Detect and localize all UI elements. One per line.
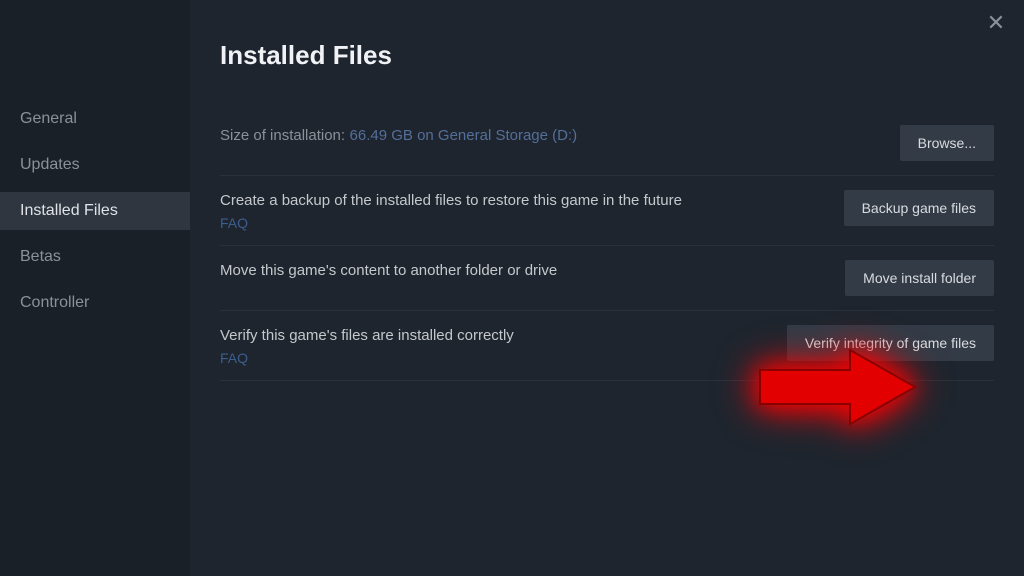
row-verify-text: Verify this game's files are installed c… bbox=[220, 325, 787, 366]
sidebar-item-betas[interactable]: Betas bbox=[0, 238, 190, 276]
sidebar-item-general[interactable]: General bbox=[0, 100, 190, 138]
sidebar-item-controller[interactable]: Controller bbox=[0, 284, 190, 322]
verify-integrity-button[interactable]: Verify integrity of game files bbox=[787, 325, 994, 361]
row-backup: Create a backup of the installed files t… bbox=[220, 176, 994, 246]
size-label: Size of installation: bbox=[220, 127, 345, 144]
sidebar-item-updates[interactable]: Updates bbox=[0, 146, 190, 184]
backup-faq-link[interactable]: FAQ bbox=[220, 215, 824, 231]
row-size: Size of installation: 66.49 GB on Genera… bbox=[220, 111, 994, 176]
browse-button[interactable]: Browse... bbox=[900, 125, 994, 161]
size-value-link[interactable]: 66.49 GB on General Storage (D:) bbox=[350, 127, 578, 144]
backup-desc: Create a backup of the installed files t… bbox=[220, 190, 824, 211]
page-title: Installed Files bbox=[220, 40, 994, 71]
row-size-text: Size of installation: 66.49 GB on Genera… bbox=[220, 125, 900, 146]
row-move: Move this game's content to another fold… bbox=[220, 246, 994, 311]
backup-game-files-button[interactable]: Backup game files bbox=[844, 190, 994, 226]
main-panel: ✕ Installed Files Size of installation: … bbox=[190, 0, 1024, 576]
verify-desc: Verify this game's files are installed c… bbox=[220, 325, 767, 346]
row-move-text: Move this game's content to another fold… bbox=[220, 260, 845, 281]
sidebar: General Updates Installed Files Betas Co… bbox=[0, 0, 190, 576]
close-icon[interactable]: ✕ bbox=[984, 12, 1008, 36]
move-install-folder-button[interactable]: Move install folder bbox=[845, 260, 994, 296]
verify-faq-link[interactable]: FAQ bbox=[220, 350, 767, 366]
row-verify: Verify this game's files are installed c… bbox=[220, 311, 994, 381]
sidebar-item-installed-files[interactable]: Installed Files bbox=[0, 192, 190, 230]
move-desc: Move this game's content to another fold… bbox=[220, 260, 825, 281]
properties-window: General Updates Installed Files Betas Co… bbox=[0, 0, 1024, 576]
row-backup-text: Create a backup of the installed files t… bbox=[220, 190, 844, 231]
